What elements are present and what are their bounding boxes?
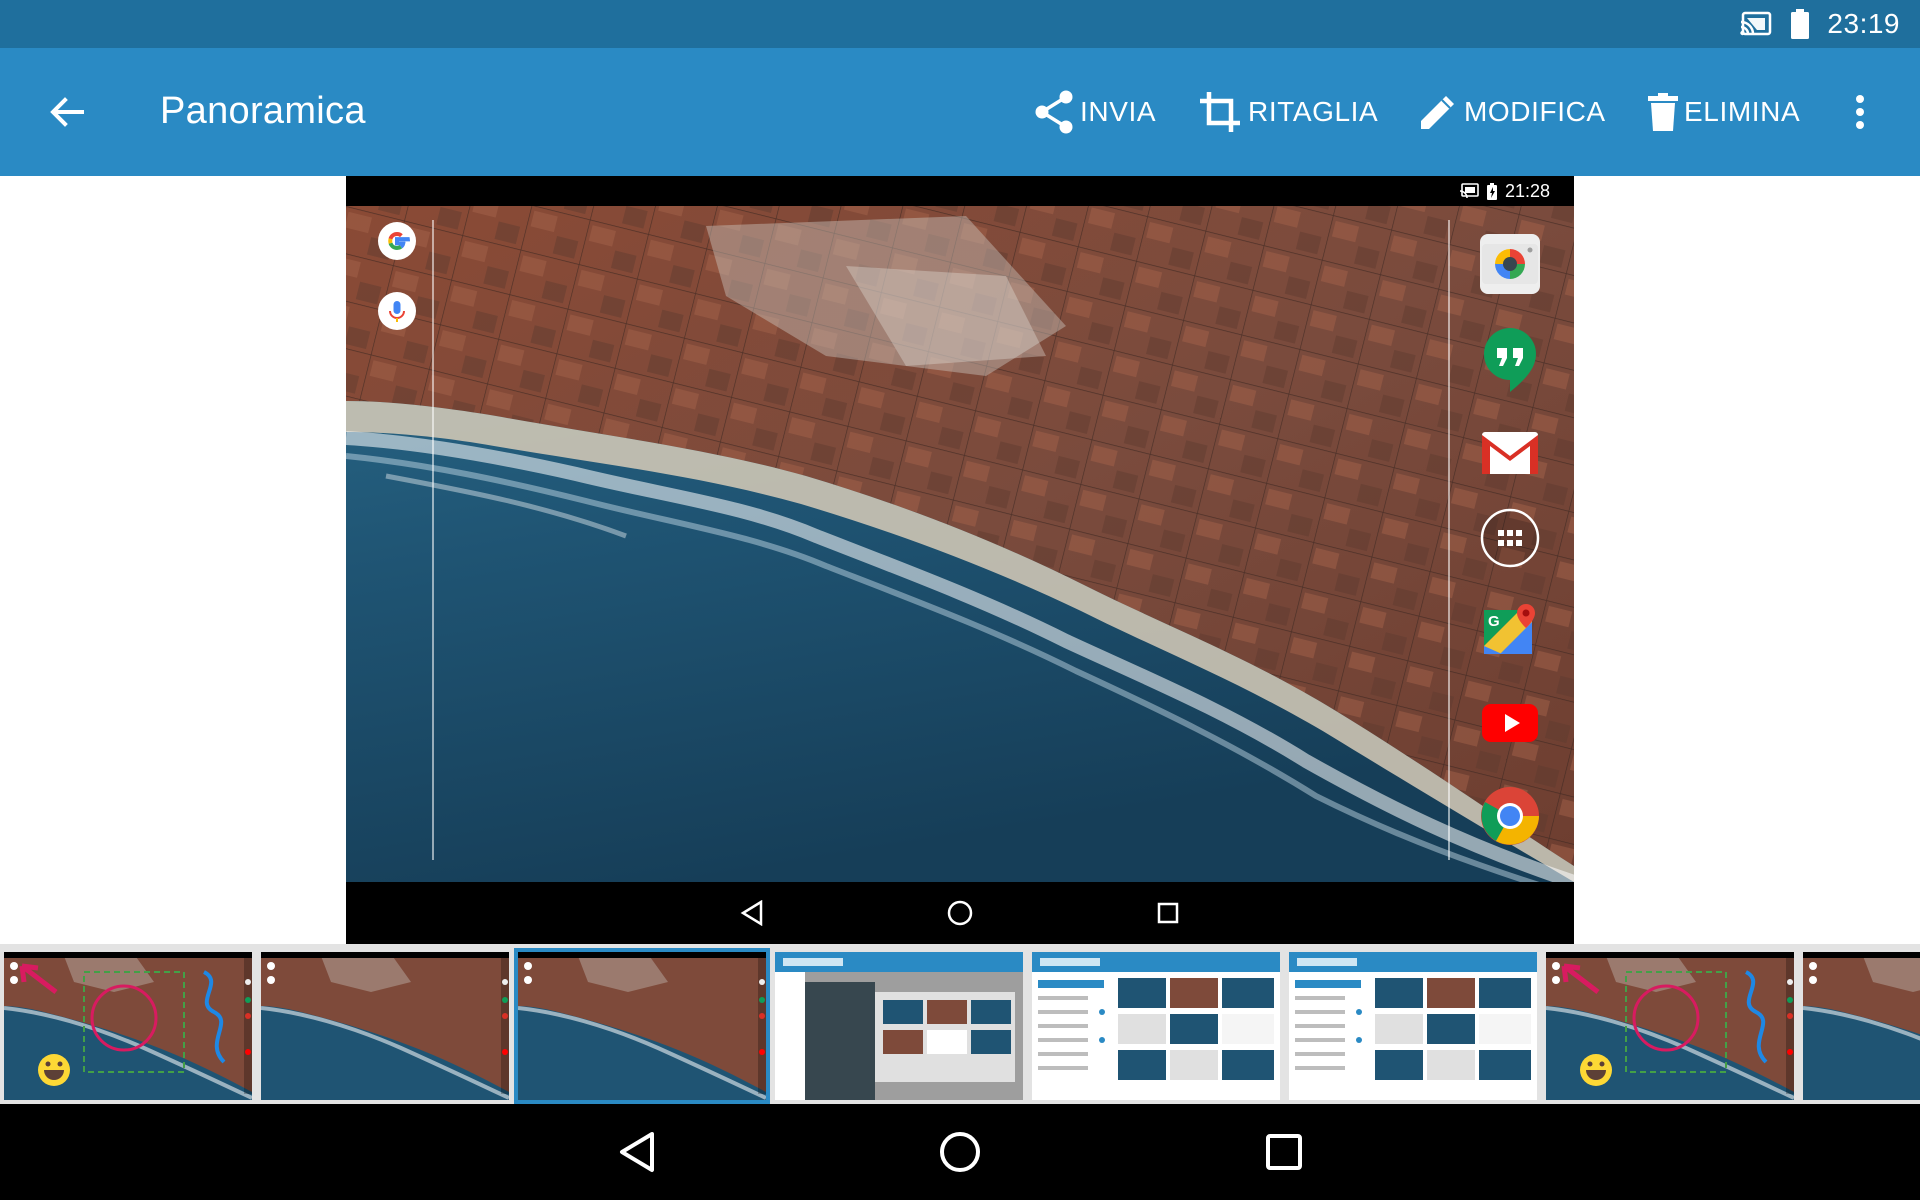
trash-icon (1648, 93, 1678, 131)
screenshot-thumbnail[interactable] (261, 952, 509, 1100)
arrow-back-icon (50, 97, 84, 127)
home-circle-icon (947, 900, 973, 926)
crop-label: RITAGLIA (1248, 96, 1379, 127)
battery-charging-icon (1486, 182, 1497, 200)
thumbnail-image (1803, 952, 1920, 1100)
crop-button[interactable]: RITAGLIA (1198, 48, 1378, 176)
hangouts-app-icon[interactable] (1480, 326, 1540, 392)
thumbnail-image (775, 952, 1023, 1100)
back-triangle-icon (620, 1132, 654, 1172)
edit-label: MODIFICA (1464, 96, 1606, 127)
microphone-icon (389, 301, 405, 322)
maps-app-icon[interactable]: G (1480, 602, 1540, 662)
thumbnail-strip[interactable] (0, 944, 1920, 1104)
delete-label: ELIMINA (1684, 96, 1801, 127)
page-title: Panoramica (160, 90, 366, 132)
battery-icon (1791, 9, 1810, 39)
overflow-menu-button[interactable] (1840, 48, 1880, 176)
share-icon (1035, 90, 1073, 134)
screenshot-preview[interactable]: 21:28 G (346, 176, 1574, 944)
pencil-icon (1421, 96, 1454, 129)
screenshot-thumbnail[interactable] (1803, 952, 1920, 1100)
screenshot-thumbnail[interactable] (514, 948, 770, 1104)
screenshot-thumbnail[interactable] (1289, 952, 1537, 1100)
preview-clock: 21:28 (1504, 180, 1550, 201)
back-triangle-icon (740, 900, 763, 926)
preview-nav-bar (346, 882, 1574, 944)
nav-home-button[interactable] (934, 1126, 986, 1178)
wallpaper-landscape: G (346, 206, 1574, 882)
share-label: INVIA (1080, 96, 1157, 127)
app-drawer-icon (1480, 508, 1540, 568)
thumbnail-image (261, 952, 509, 1100)
chrome-app-icon[interactable] (1480, 786, 1540, 846)
google-search-button[interactable] (378, 222, 416, 260)
chrome-icon (1481, 787, 1539, 845)
crop-icon (1200, 92, 1240, 132)
cast-icon (1740, 11, 1772, 36)
app-toolbar: Panoramica INVIA RITAGLIA MODIFICA ELIMI… (0, 48, 1920, 176)
share-button[interactable]: INVIA (1034, 48, 1156, 176)
launcher-edge-left (432, 220, 434, 860)
system-nav-bar (0, 1104, 1920, 1200)
delete-button[interactable]: ELIMINA (1648, 48, 1800, 176)
thumbnail-image (518, 952, 766, 1100)
launcher-edge-right (1448, 220, 1450, 860)
recents-square-icon (1157, 902, 1179, 924)
camera-app-icon[interactable] (1480, 234, 1540, 294)
nav-recents-button[interactable] (1258, 1126, 1310, 1178)
voice-search-button[interactable] (378, 292, 416, 330)
system-status-bar: 23:19 (0, 0, 1920, 48)
thumbnail-image (1032, 952, 1280, 1100)
thumbnail-image (4, 952, 252, 1100)
recents-square-icon (1266, 1134, 1302, 1170)
camera-icon (1482, 244, 1538, 284)
thumbnail-image (1546, 952, 1794, 1100)
back-button[interactable] (46, 92, 86, 132)
hangouts-icon (1484, 328, 1536, 392)
screenshot-thumbnail[interactable] (775, 952, 1023, 1100)
cast-icon (1459, 183, 1479, 199)
youtube-app-icon[interactable] (1480, 692, 1540, 752)
screenshot-thumbnail[interactable] (4, 952, 252, 1100)
screenshot-thumbnail[interactable] (1032, 952, 1280, 1100)
maps-icon: G (1484, 604, 1535, 654)
svg-text:G: G (1488, 613, 1500, 630)
status-clock: 23:19 (1827, 8, 1900, 39)
thumbnail-image (1289, 952, 1537, 1100)
youtube-icon (1482, 704, 1538, 742)
screenshot-thumbnail[interactable] (1546, 952, 1794, 1100)
preview-status-bar: 21:28 (346, 176, 1574, 206)
gmail-icon (1482, 432, 1538, 474)
app-drawer-button[interactable] (1480, 508, 1540, 568)
nav-back-button[interactable] (612, 1126, 664, 1178)
google-g-icon (388, 231, 410, 251)
more-vert-icon (1856, 95, 1864, 129)
home-circle-icon (940, 1132, 980, 1172)
edit-button[interactable]: MODIFICA (1418, 48, 1606, 176)
gmail-app-icon[interactable] (1480, 422, 1540, 482)
